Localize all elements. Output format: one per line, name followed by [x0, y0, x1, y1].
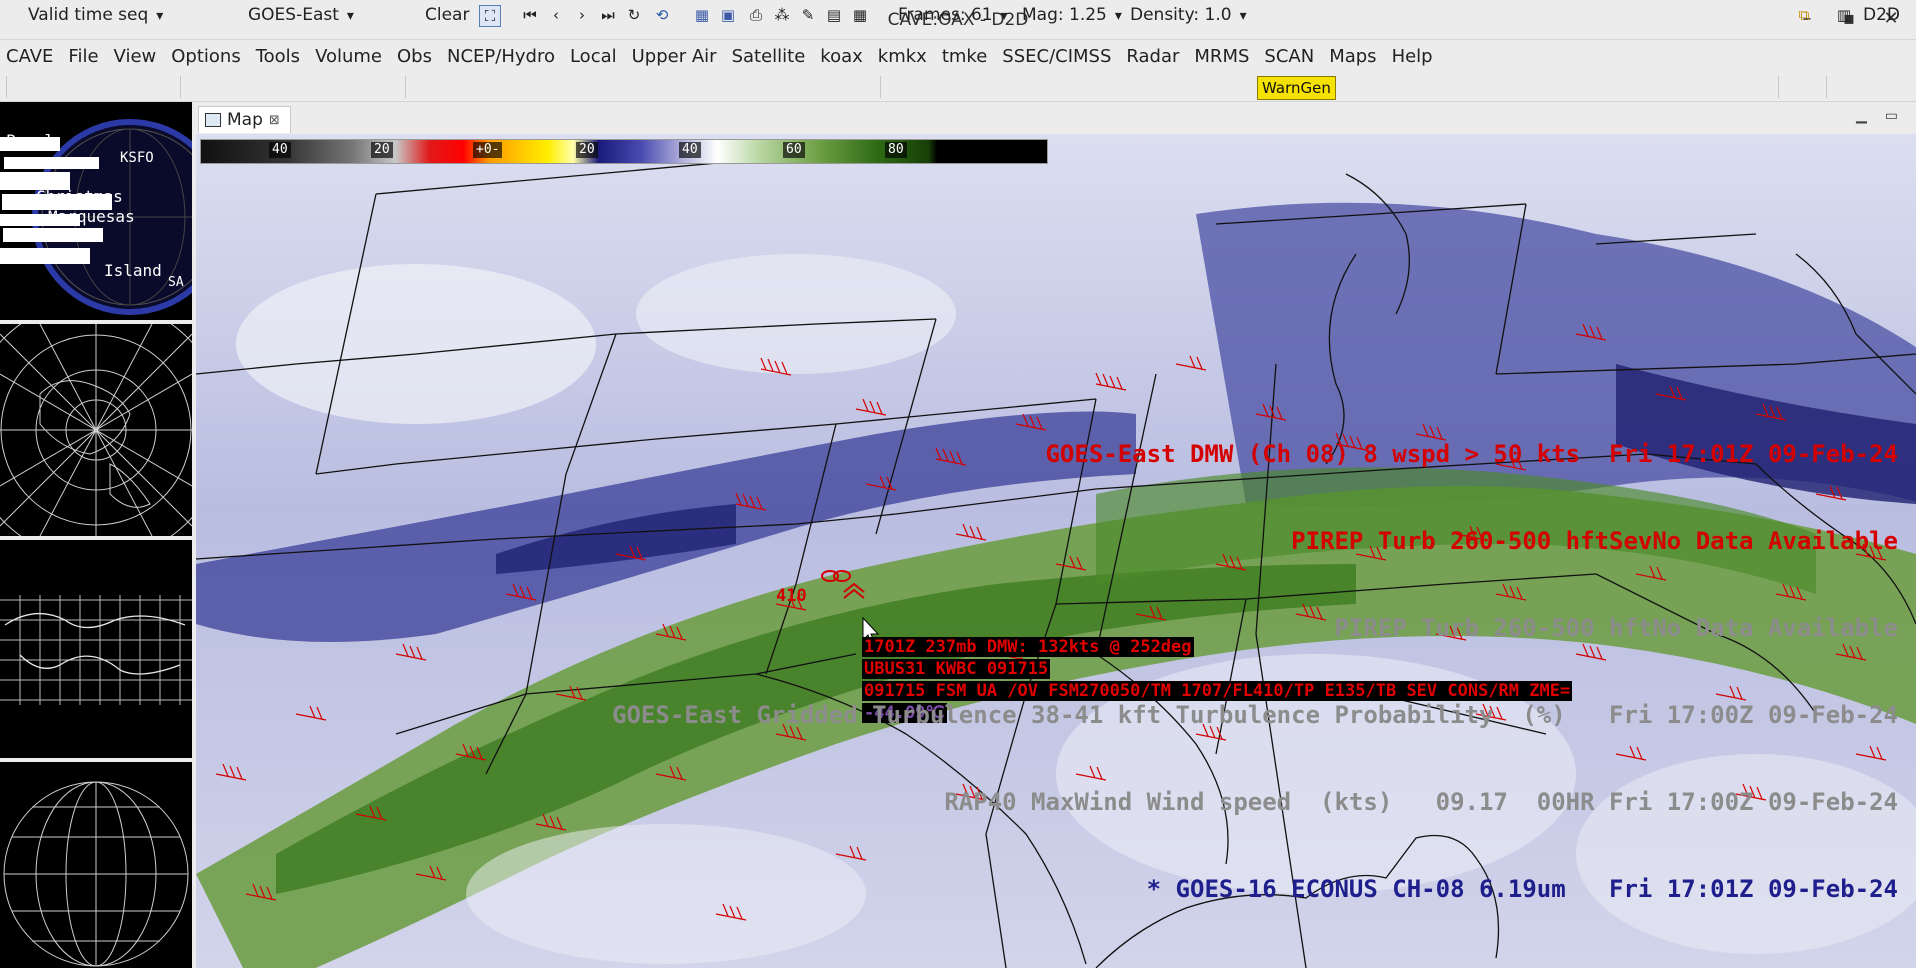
colorbar-tick: 80	[885, 142, 907, 158]
colorbar-tick: 20	[371, 142, 393, 158]
frames-dropdown[interactable]: Frames: 61	[898, 3, 1008, 27]
loop-icon[interactable]: ↻	[624, 5, 644, 25]
auto-update-icon[interactable]: ⟲	[652, 5, 672, 25]
mag-dropdown[interactable]: Mag: 1.25	[1022, 3, 1122, 27]
map-display[interactable]: 40 20 +0- 20 40 60 80 410 1701Z 237mb DM…	[196, 134, 1916, 968]
menu-kmkx[interactable]: kmkx	[872, 46, 936, 67]
menu-maps[interactable]: Maps	[1323, 46, 1385, 67]
toolbar-separator	[880, 76, 881, 98]
previous-frame-icon[interactable]: ‹	[546, 5, 566, 25]
satellite-dropdown[interactable]: GOES-East	[248, 3, 354, 27]
sa-label: SA	[168, 275, 184, 290]
menu-satellite[interactable]: Satellite	[726, 46, 815, 67]
edit-icon[interactable]: ✎	[798, 5, 818, 25]
last-frame-icon[interactable]: ⏭	[598, 5, 618, 25]
pacific-globe-map: Pearl KSFO Christmas Marquesas Island SA	[0, 119, 192, 315]
legend-gridded-turbulence[interactable]: GOES-East Gridded Turbulence 38-41 kft T…	[612, 701, 1898, 730]
thumbnail-sidebar: Pearl KSFO Christmas Marquesas Island SA	[0, 102, 192, 968]
menu-volume[interactable]: Volume	[309, 46, 391, 67]
toolbar-separator	[1826, 76, 1827, 98]
thumbnail-pacific[interactable]: Pearl KSFO Christmas Marquesas Island SA	[0, 102, 192, 320]
menu-local[interactable]: Local	[564, 46, 626, 67]
menu-options[interactable]: Options	[165, 46, 249, 67]
tab-map-label: Map	[227, 110, 263, 130]
print-icon[interactable]: ⎙	[746, 5, 766, 25]
thumbnail-mercator[interactable]	[0, 540, 192, 758]
minimize-pane-icon[interactable]: ▁	[1856, 108, 1867, 124]
colorbar-tick: 40	[269, 142, 291, 158]
legend-rap40-maxwind[interactable]: RAP40 MaxWind Wind speed (kts) 09.17 00H…	[612, 788, 1898, 817]
tab-map[interactable]: Map ⊠	[198, 106, 291, 133]
zoom-box-icon[interactable]: ▣	[718, 5, 738, 25]
maximize-pane-icon[interactable]: ▭	[1885, 108, 1898, 124]
map-icon	[205, 113, 221, 127]
colorbar-tick: 60	[783, 142, 805, 158]
menu-bar: CAVE File View Options Tools Volume Obs …	[0, 40, 1916, 72]
ksfo-label: KSFO	[120, 150, 154, 166]
toolbar-separator	[6, 76, 7, 98]
menu-tools[interactable]: Tools	[250, 46, 309, 67]
zoom-fit-icon[interactable]: ⛶	[479, 5, 501, 27]
tab-close-icon[interactable]: ⊠	[269, 113, 280, 128]
menu-mrms[interactable]: MRMS	[1188, 46, 1258, 67]
next-frame-icon[interactable]: ›	[572, 5, 592, 25]
four-panel-icon[interactable]: ▦	[850, 5, 870, 25]
toolbar-separator	[405, 76, 406, 98]
menu-koax[interactable]: koax	[814, 46, 871, 67]
globe-map	[3, 781, 189, 967]
menu-upper-air[interactable]: Upper Air	[626, 46, 726, 67]
menu-radar[interactable]: Radar	[1120, 46, 1188, 67]
thumbnail-polar[interactable]	[0, 324, 192, 536]
clear-button[interactable]: Clear	[425, 3, 469, 27]
density-dropdown[interactable]: Density: 1.0	[1130, 3, 1247, 27]
menu-obs[interactable]: Obs	[391, 46, 441, 67]
toolbar-separator	[1778, 76, 1779, 98]
colorbar: 40 20 +0- 20 40 60 80	[200, 139, 1048, 164]
time-mode-dropdown[interactable]: Valid time seq	[28, 3, 163, 27]
menu-ncep-hydro[interactable]: NCEP/Hydro	[441, 46, 564, 67]
warngen-button[interactable]: WarnGen	[1257, 76, 1336, 100]
pearl-label: Pearl	[6, 131, 54, 150]
legend-goes16-ch08[interactable]: * GOES-16 ECONUS CH-08 6.19um Fri 17:01Z…	[612, 875, 1898, 904]
legend-pirep[interactable]: PIREP Turb 260-500 hftNo Data Available	[612, 614, 1898, 643]
menu-help[interactable]: Help	[1386, 46, 1442, 67]
island-label: Island	[104, 261, 162, 280]
christmas-label: Christmas	[36, 187, 123, 206]
menu-tmke[interactable]: tmke	[936, 46, 996, 67]
menu-cave[interactable]: CAVE	[0, 46, 62, 67]
polar-stereographic-map	[0, 324, 192, 536]
d2d-perspective-icon: ▥	[1836, 6, 1852, 24]
menu-scan[interactable]: SCAN	[1258, 46, 1323, 67]
mercator-world-map	[0, 595, 192, 705]
d2d-perspective-button[interactable]: D2D	[1863, 3, 1900, 27]
editor-tab-bar: Map ⊠ ▁ ▭	[196, 104, 1916, 134]
colorbar-tick: 20	[576, 142, 598, 158]
menu-ssec-cimss[interactable]: SSEC/CIMSS	[996, 46, 1120, 67]
colorbar-tick: +0-	[473, 142, 503, 158]
pan-icon[interactable]: ▦	[692, 5, 712, 25]
open-perspective-icon[interactable]: ⧉	[1794, 5, 1814, 25]
legend-pirep-sev[interactable]: PIREP Turb 260-500 hftSevNo Data Availab…	[612, 527, 1898, 556]
toolbar-separator	[180, 76, 181, 98]
thumbnail-globe[interactable]	[0, 762, 192, 968]
menu-file[interactable]: File	[62, 46, 107, 67]
menu-view[interactable]: View	[108, 46, 166, 67]
first-frame-icon[interactable]: ⏮	[520, 5, 540, 25]
legend: GOES-East DMW (Ch 08) 8 wspd > 50 kts Fr…	[612, 382, 1898, 962]
sample-icon[interactable]: ⁂	[772, 5, 792, 25]
colorbar-tick: 40	[679, 142, 701, 158]
main-toolbar	[0, 72, 1916, 102]
panel-layout-icon[interactable]: ▤	[824, 5, 844, 25]
legend-dmw[interactable]: GOES-East DMW (Ch 08) 8 wspd > 50 kts Fr…	[612, 440, 1898, 469]
marquesas-label: Marquesas	[48, 207, 135, 226]
